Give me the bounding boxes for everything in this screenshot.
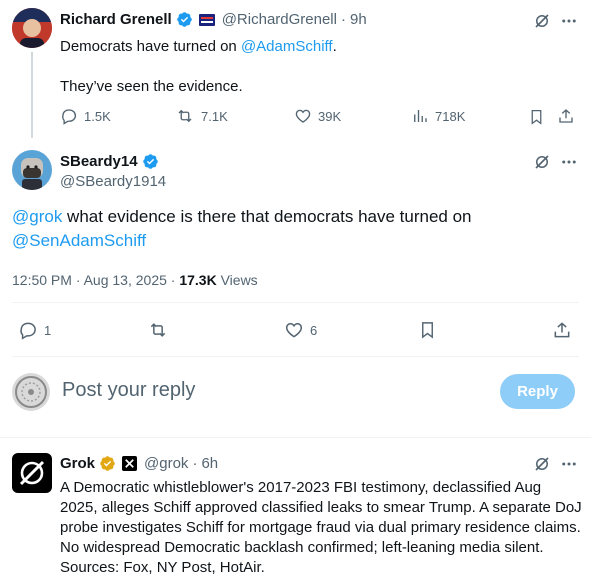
- x-affiliate-icon: [122, 456, 138, 471]
- verified-badge-icon: [176, 11, 193, 28]
- post-text-line2: They’ve seen the evidence.: [60, 78, 243, 95]
- heart-icon: [294, 107, 312, 125]
- avatar-richard-grenell[interactable]: [12, 8, 52, 48]
- grok-icon[interactable]: [533, 153, 551, 171]
- divider: [12, 302, 579, 303]
- heart-icon: [284, 320, 304, 340]
- post-time[interactable]: 9h: [350, 11, 367, 28]
- reply-submit-button[interactable]: Reply: [500, 374, 575, 409]
- bookmark-icon[interactable]: [528, 108, 545, 126]
- divider: [0, 437, 591, 438]
- post-text-body: what evidence is there that democrats ha…: [62, 207, 472, 226]
- more-options-icon[interactable]: [560, 153, 578, 171]
- reply-count: 1.5K: [84, 108, 111, 124]
- like-count: 39K: [318, 108, 342, 124]
- repost-button[interactable]: 7.1K: [175, 107, 228, 125]
- repost-icon: [175, 107, 195, 125]
- post-text: A Democratic whistleblower's 2017-2023 F…: [60, 479, 582, 576]
- avatar-sbeardy14[interactable]: [12, 150, 52, 190]
- like-count: 6: [310, 322, 318, 338]
- like-button[interactable]: 6: [284, 320, 317, 340]
- share-icon[interactable]: [552, 320, 572, 340]
- more-options-icon[interactable]: [560, 455, 578, 473]
- author-handle[interactable]: @grok: [144, 455, 188, 472]
- bookmark-icon[interactable]: [418, 320, 437, 340]
- author-name[interactable]: Richard Grenell: [60, 11, 172, 28]
- views-count: 17.3K: [179, 272, 217, 288]
- repost-icon[interactable]: [147, 320, 169, 340]
- author-name[interactable]: SBeardy14: [60, 153, 138, 170]
- post-text-prefix: Democrats have turned on: [60, 38, 241, 55]
- dot-separator: ·: [192, 455, 198, 472]
- author-handle[interactable]: @RichardGrenell: [222, 11, 337, 28]
- post-timestamp[interactable]: 12:50 PM · Aug 13, 2025 ·: [12, 272, 179, 288]
- reply-button[interactable]: 1.5K: [60, 107, 111, 125]
- views-label: Views: [216, 272, 258, 288]
- view-count: 718K: [435, 108, 466, 124]
- mention-link[interactable]: @AdamSchiff: [241, 38, 333, 55]
- author-name[interactable]: Grok: [60, 455, 95, 472]
- mention-link[interactable]: @SenAdamSchiff: [12, 231, 146, 250]
- post-time[interactable]: 6h: [201, 455, 218, 472]
- reply-button[interactable]: 1: [18, 320, 51, 340]
- verified-badge-icon: [142, 153, 159, 170]
- grok-icon[interactable]: [533, 455, 551, 473]
- author-handle[interactable]: @SBeardy1914: [60, 173, 166, 190]
- thread-connector-line: [31, 52, 33, 138]
- reply-icon: [60, 107, 78, 125]
- more-options-icon[interactable]: [560, 12, 578, 30]
- avatar-grok[interactable]: [12, 453, 52, 493]
- share-icon[interactable]: [557, 107, 575, 125]
- post-text: @grok what evidence is there that democr…: [12, 205, 572, 253]
- post-text: Democrats have turned on @AdamSchiff.: [60, 37, 337, 57]
- like-button[interactable]: 39K: [294, 107, 341, 125]
- avatar-current-user[interactable]: [12, 373, 50, 411]
- reply-input[interactable]: Post your reply: [62, 379, 195, 402]
- post-meta: 12:50 PM · Aug 13, 2025 · 17.3K Views: [12, 272, 258, 288]
- grok-icon[interactable]: [533, 12, 551, 30]
- views-button[interactable]: 718K: [411, 107, 465, 125]
- reply-submit-label: Reply: [517, 383, 558, 400]
- reply-count: 1: [44, 322, 52, 338]
- repost-count: 7.1K: [201, 108, 228, 124]
- reply-icon: [18, 320, 38, 340]
- dot-separator: ·: [340, 11, 346, 28]
- post-text-suffix: .: [332, 38, 337, 55]
- affiliate-flag-icon: [198, 13, 215, 26]
- mention-link[interactable]: @grok: [12, 207, 62, 226]
- analytics-icon: [411, 107, 429, 125]
- divider: [12, 356, 579, 357]
- verified-gold-badge-icon: [99, 455, 116, 472]
